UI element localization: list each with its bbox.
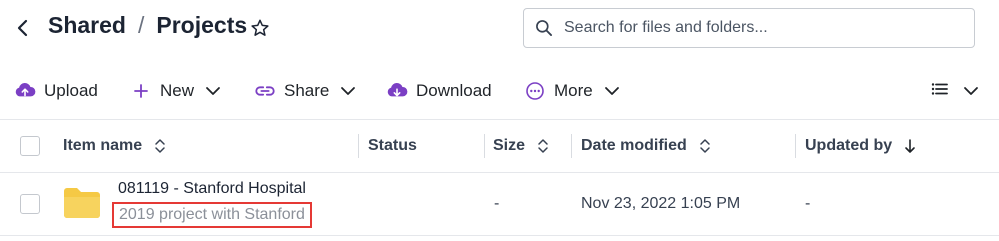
share-button[interactable]: Share	[254, 72, 357, 110]
select-all-checkbox[interactable]	[20, 136, 40, 156]
column-divider	[358, 134, 359, 158]
more-button[interactable]: More	[524, 72, 621, 110]
column-header-status[interactable]: Status	[368, 120, 417, 172]
upload-button[interactable]: Upload	[14, 72, 98, 110]
search-icon	[524, 9, 564, 47]
column-header-name-label: Item name	[63, 137, 143, 154]
link-icon	[254, 80, 276, 102]
chevron-down-icon	[339, 82, 357, 100]
new-label: New	[160, 81, 195, 100]
chevron-left-icon	[17, 19, 28, 37]
download-button[interactable]: Download	[386, 72, 492, 110]
list-view-icon	[931, 82, 949, 101]
row-date-modified: Nov 23, 2022 1:05 PM	[581, 194, 741, 212]
column-divider	[795, 134, 796, 158]
column-header-size-label: Size	[493, 137, 526, 154]
ellipsis-circle-icon	[524, 80, 546, 102]
favorite-button[interactable]	[248, 16, 272, 40]
chevron-down-icon	[603, 82, 621, 100]
chevron-down-icon	[204, 82, 222, 100]
toolbar: Upload New Share Download More	[0, 72, 999, 110]
cloud-upload-icon	[14, 80, 36, 102]
column-header-date-label: Date modified	[581, 137, 687, 154]
view-toggle-button[interactable]	[931, 72, 979, 110]
more-label: More	[554, 81, 593, 100]
back-button[interactable]	[10, 14, 36, 42]
column-header-name[interactable]: Item name	[63, 120, 168, 172]
row-updated-by: -	[805, 194, 811, 212]
column-divider	[571, 134, 572, 158]
page-header: Shared / Projects	[0, 0, 999, 60]
row-size: -	[494, 194, 500, 212]
upload-label: Upload	[44, 81, 98, 100]
row-item-description: 2019 project with Stanford	[112, 202, 312, 228]
page-title: Projects	[156, 12, 248, 38]
sort-icon	[697, 138, 713, 154]
folder-icon	[64, 188, 100, 218]
star-icon	[251, 19, 269, 36]
row-checkbox[interactable]	[20, 194, 40, 214]
search-input[interactable]	[564, 19, 964, 37]
row-divider	[0, 235, 999, 236]
plus-icon	[130, 80, 152, 102]
search-box	[523, 8, 975, 48]
column-divider	[484, 134, 485, 158]
breadcrumb: Shared / Projects	[48, 12, 247, 39]
row-item-name[interactable]: 081119 - Stanford Hospital	[118, 180, 306, 198]
column-header-date[interactable]: Date modified	[581, 120, 713, 172]
share-label: Share	[284, 81, 330, 100]
table-header: Item name Status Size Date modified Upda…	[0, 120, 999, 172]
column-header-status-label: Status	[368, 137, 417, 154]
breadcrumb-parent[interactable]: Shared	[48, 12, 126, 39]
sort-icon	[152, 138, 168, 154]
sort-icon	[535, 138, 551, 154]
breadcrumb-separator: /	[137, 12, 145, 38]
sort-descending-icon	[902, 138, 918, 154]
column-header-updated-by-label: Updated by	[805, 137, 893, 154]
column-header-updated-by[interactable]: Updated by	[805, 120, 918, 172]
chevron-down-icon	[963, 86, 979, 96]
column-header-size[interactable]: Size	[493, 120, 551, 172]
cloud-download-icon	[386, 80, 408, 102]
download-label: Download	[416, 81, 492, 100]
table-row[interactable]: 081119 - Stanford Hospital 2019 project …	[0, 172, 999, 235]
new-button[interactable]: New	[130, 72, 222, 110]
